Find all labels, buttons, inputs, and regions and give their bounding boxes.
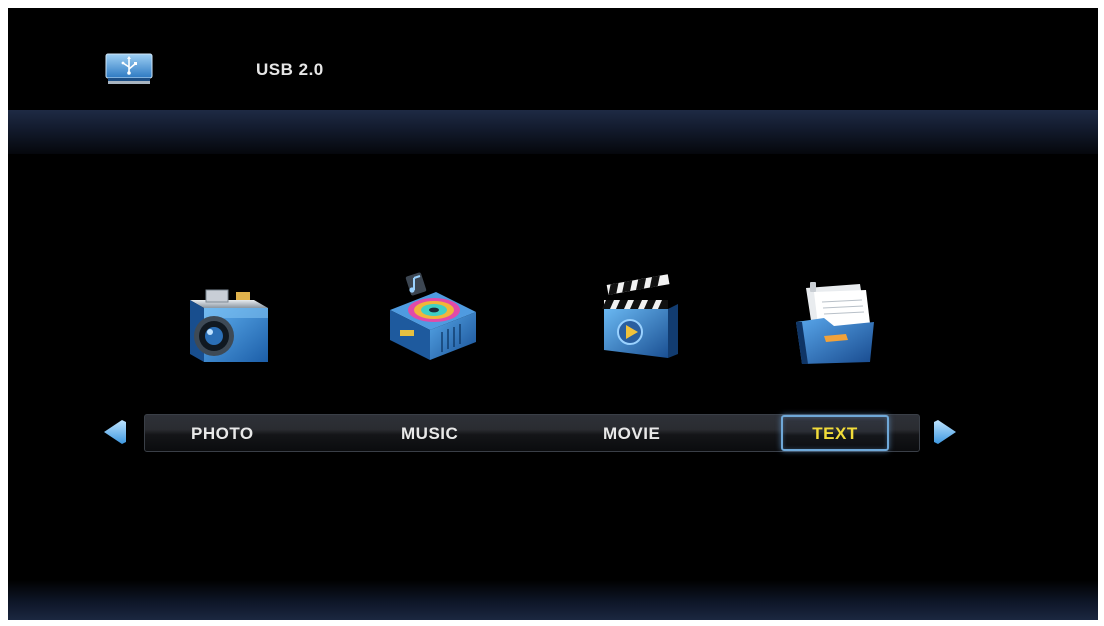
arrow-right-icon[interactable] <box>930 418 960 446</box>
menu-item-photo[interactable]: PHOTO <box>191 415 254 451</box>
usb-drive-icon <box>105 53 153 84</box>
menu-item-music[interactable]: MUSIC <box>401 415 458 451</box>
clapperboard-icon[interactable] <box>586 270 686 366</box>
header-glow <box>8 110 1098 154</box>
music-player-icon[interactable] <box>380 266 480 362</box>
arrow-left-icon[interactable] <box>100 418 130 446</box>
menu-item-text[interactable]: TEXT <box>781 415 889 451</box>
device-label: USB 2.0 <box>256 60 324 79</box>
camera-icon[interactable] <box>176 278 276 374</box>
menu-item-text-label: TEXT <box>812 424 858 443</box>
header-bar <box>8 8 1098 112</box>
menu-item-movie[interactable]: MOVIE <box>603 415 660 451</box>
document-folder-icon[interactable] <box>784 274 884 370</box>
footer-glow <box>8 580 1098 620</box>
media-menu-bar: PHOTO MUSIC MOVIE TEXT <box>144 414 920 452</box>
screen: USB 2.0 PHOTO MUSIC MOVIE TEXT <box>8 8 1098 620</box>
